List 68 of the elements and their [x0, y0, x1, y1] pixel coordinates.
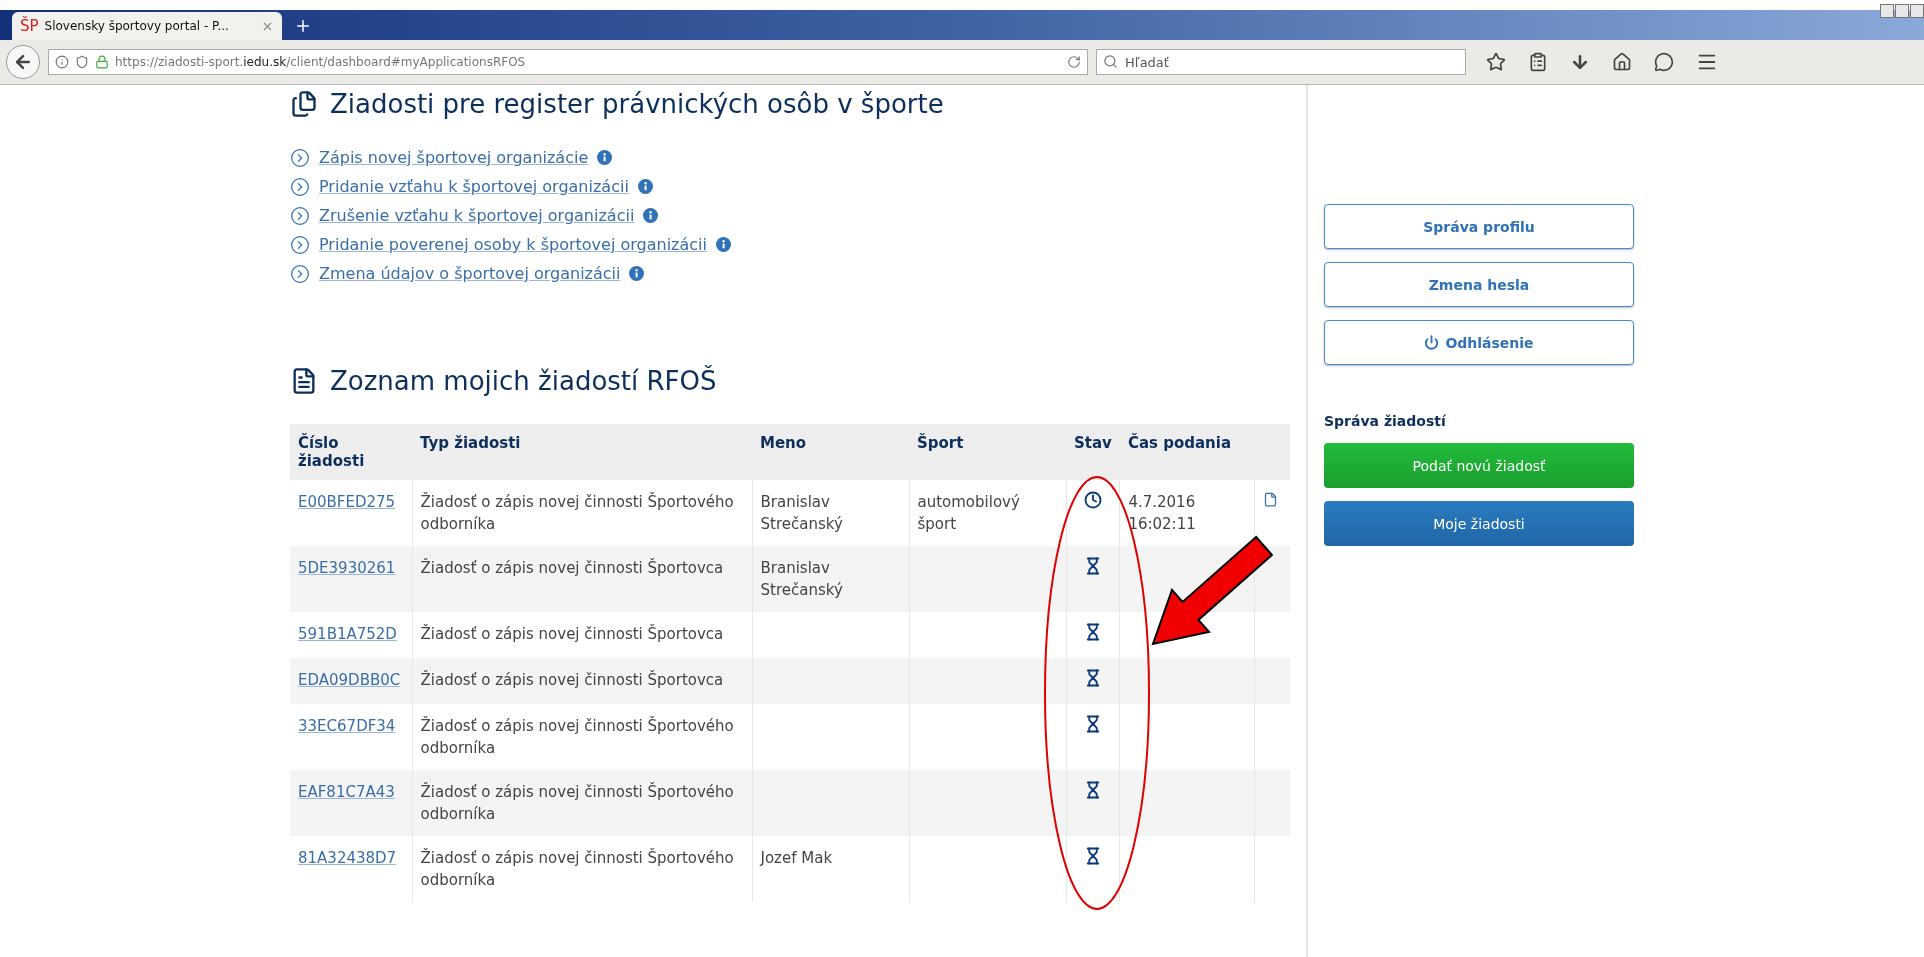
link[interactable]: Zmena údajov o športovej organizácii	[319, 264, 621, 283]
chat-icon[interactable]	[1654, 52, 1674, 72]
favicon: ŠP	[20, 17, 39, 35]
info-icon[interactable]	[597, 150, 613, 165]
link[interactable]: Zápis novej športovej organizácie	[319, 148, 589, 167]
shield-icon[interactable]	[75, 55, 89, 69]
link[interactable]: Zrušenie vzťahu k športovej organizácii	[319, 206, 635, 225]
info-icon[interactable]	[629, 266, 645, 281]
tab-title: Slovensky športovy portal - P...	[44, 19, 230, 33]
power-icon	[1424, 335, 1440, 350]
home-icon[interactable]	[1612, 52, 1632, 72]
table-cell: Žiadosť o zápis novej činnosti Športového odborníka	[420, 849, 734, 889]
download-icon[interactable]	[1570, 52, 1590, 72]
column-header: Šport	[909, 424, 1066, 480]
info-icon[interactable]	[637, 179, 653, 194]
column-header: Čas podania	[1119, 424, 1255, 480]
action-button[interactable]: Podať novú žiadosť	[1324, 443, 1634, 488]
table-cell: Žiadosť o zápis novej činnosti Športovca	[420, 625, 724, 643]
application-link[interactable]: 5DE3930261	[298, 559, 396, 577]
application-link[interactable]: EDA09DBB0C	[298, 671, 401, 689]
browser-tab[interactable]: ŠP Slovensky športovy portal - P...	[12, 12, 282, 40]
back-button[interactable]	[6, 45, 40, 79]
clock-icon	[1083, 491, 1102, 509]
table-cell: automobilový šport	[917, 493, 1020, 533]
documents-icon	[290, 90, 318, 118]
profile-button[interactable]: Odhlásenie	[1324, 320, 1634, 365]
table-cell: Žiadosť o zápis novej činnosti Športovca	[420, 559, 724, 577]
table-cell: Jozef Mak	[760, 849, 833, 867]
column-header: Typ žiadosti	[412, 424, 752, 480]
list-title: Zoznam mojich žiadostí RFOŠ	[330, 366, 717, 396]
chevron-icon	[290, 234, 310, 255]
profile-button[interactable]: Zmena hesla	[1324, 262, 1634, 307]
application-link[interactable]: E00BFED275	[298, 493, 396, 511]
star-icon[interactable]	[1486, 52, 1506, 72]
lock-icon	[95, 55, 109, 69]
table-cell: Žiadosť o zápis novej činnosti Športového odborníka	[420, 717, 734, 757]
column-header: Meno	[752, 424, 909, 480]
clipboard-icon[interactable]	[1528, 52, 1548, 72]
action-button[interactable]: Moje žiadosti	[1324, 501, 1634, 546]
link[interactable]: Pridanie vzťahu k športovej organizácii	[319, 177, 629, 196]
address-field[interactable]: https://ziadosti-sport.iedu.sk/client/dashboard#myApplicationsRFOS	[48, 49, 1088, 75]
section-title: Ziadosti pre register právnických osôb v športe	[330, 89, 944, 119]
table-cell: Žiadosť o zápis novej činnosti Športového odborníka	[420, 783, 734, 823]
table-cell: Branislav Strečanský	[760, 493, 843, 533]
pdf-icon[interactable]	[1263, 492, 1279, 507]
table-cell: Žiadosť o zápis novej činnosti Športového odborníka	[420, 493, 734, 533]
table-cell: Žiadosť o zápis novej činnosti Športovca	[420, 671, 724, 689]
chevron-icon	[290, 205, 310, 226]
link[interactable]: Pridanie poverenej osoby k športovej organizácii	[319, 235, 707, 254]
table-cell: Branislav Strečanský	[760, 559, 843, 599]
info-icon[interactable]	[55, 55, 69, 69]
table-cell: 4.7.2016 16:02:11	[1128, 493, 1196, 533]
reload-icon[interactable]	[1067, 55, 1081, 69]
chevron-icon	[290, 147, 310, 168]
info-icon[interactable]	[716, 237, 731, 252]
info-icon[interactable]	[643, 208, 659, 223]
column-header: Číslo žiadosti	[290, 424, 412, 480]
chevron-icon	[290, 176, 310, 197]
new-tab-icon[interactable]	[294, 17, 312, 35]
chevron-icon	[290, 263, 310, 284]
sidebar-title: Správa žiadostí	[1324, 413, 1447, 429]
application-link[interactable]: 81A32438D7	[298, 849, 397, 867]
column-header: Stav	[1066, 424, 1120, 480]
application-link[interactable]: 591B1A752D	[298, 625, 397, 643]
profile-button[interactable]: Správa profilu	[1324, 204, 1634, 249]
application-link[interactable]: EAF81C7A43	[298, 783, 395, 801]
application-link[interactable]: 33EC67DF34	[298, 717, 396, 735]
search-field[interactable]: Hľadať	[1096, 49, 1466, 75]
